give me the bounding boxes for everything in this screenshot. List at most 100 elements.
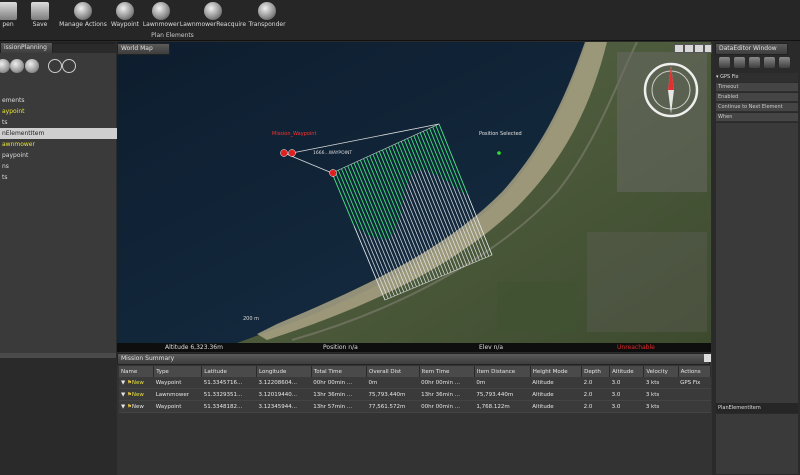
depth-cell: 2.0 <box>581 388 610 401</box>
altitude-cell: 3.0 <box>609 400 644 413</box>
property-row[interactable]: When <box>716 113 798 122</box>
property-row[interactable]: Enabled <box>716 93 798 102</box>
position-readout: Position n/a <box>323 344 358 351</box>
column-header[interactable]: Item Distance <box>474 366 531 377</box>
total-time-cell: 00hr 00min ... <box>311 377 367 389</box>
lawnmower-reacquire-icon <box>204 2 222 20</box>
tree-item-selected[interactable]: nElementItem <box>0 128 118 139</box>
latitude-cell: 51.3345716... <box>201 377 257 389</box>
column-header[interactable]: Velocity <box>643 366 679 377</box>
property-group-header[interactable]: ▾ GPS Fix <box>716 73 798 82</box>
lawnmower-icon <box>152 2 170 20</box>
industrial-area <box>587 232 707 332</box>
map-view[interactable]: Mission_Waypoint 1666...WAYPOINT Positio… <box>117 42 711 343</box>
route-label: Mission_Waypoint <box>272 131 316 137</box>
tool-circle-icon[interactable] <box>10 59 24 73</box>
property-editor-area <box>716 123 798 403</box>
altitude-readout: Altitude 6,323.36m <box>165 344 223 351</box>
type-cell: Waypoint <box>153 377 202 389</box>
name-cell: ▼ ⚑New <box>119 400 154 413</box>
editor-tool-icon[interactable] <box>764 57 775 68</box>
column-header[interactable]: Actions <box>678 366 712 377</box>
table-row[interactable]: ▼ ⚑New Waypoint 51.3345716... 3.12208604… <box>119 377 711 389</box>
plan-elements-group-label: Plan Elements <box>151 32 194 39</box>
name-cell: ▼ ⚑New <box>119 377 154 389</box>
overall-dist-cell: 0m <box>366 377 420 389</box>
velocity-cell: 3 kts <box>643 400 679 413</box>
type-cell: Waypoint <box>153 400 202 413</box>
column-header[interactable]: Overall Dist <box>366 366 420 377</box>
refresh-icon[interactable] <box>734 57 745 68</box>
tree-item[interactable]: paypoint <box>0 150 118 161</box>
tree-item[interactable]: aypoint <box>0 106 118 117</box>
mission-summary-table: Name Type Latitude Longitude Total Time … <box>119 366 712 413</box>
column-header[interactable]: Type <box>153 366 203 377</box>
data-editor-panel: DataEditor Window ▾ GPS Fix Timeout Enab… <box>713 41 800 475</box>
world-map[interactable]: Mission_Waypoint 1666...WAYPOINT Positio… <box>117 42 712 351</box>
actions-cell <box>678 388 711 401</box>
open-button[interactable]: pen <box>0 0 22 40</box>
elevation-readout: Elev n/a <box>479 344 504 351</box>
tree-item[interactable]: awnmower <box>0 139 118 150</box>
column-header[interactable]: Latitude <box>201 366 258 377</box>
minimize-icon[interactable] <box>674 44 684 53</box>
position-selected-label: Position Selected <box>479 131 522 137</box>
waypoint-marker[interactable] <box>280 149 288 157</box>
tool-circle-icon[interactable] <box>0 59 10 73</box>
panel-splitter[interactable] <box>0 353 116 358</box>
column-header[interactable]: Height Mode <box>530 366 583 377</box>
m-circle-icon[interactable] <box>48 59 62 73</box>
editor-tool-icon[interactable] <box>779 57 790 68</box>
actions-cell <box>678 400 711 413</box>
depth-cell: 2.0 <box>581 377 610 389</box>
data-editor-title[interactable]: DataEditor Window <box>715 43 788 55</box>
property-row[interactable]: Timeout <box>716 83 798 92</box>
tool-circle-icon[interactable] <box>25 59 39 73</box>
table-row[interactable]: ▼ ⚑New Lawnmower 51.3329351... 3.1201944… <box>119 388 711 401</box>
height-mode-cell: Altitude <box>530 388 582 401</box>
longitude-cell: 3.12345944... <box>256 400 312 413</box>
waypoint-marker[interactable] <box>329 169 337 177</box>
secondary-tab[interactable] <box>52 42 115 44</box>
a-circle-icon[interactable] <box>62 59 76 73</box>
latitude-cell: 51.3329351... <box>201 388 257 401</box>
plan-element-item-area <box>716 414 798 474</box>
column-header[interactable]: Depth <box>581 366 611 377</box>
waypoint-marker[interactable] <box>288 149 296 157</box>
open-icon <box>0 2 17 20</box>
altitude-cell: 3.0 <box>609 388 644 401</box>
world-map-tab[interactable]: World Map <box>117 43 170 55</box>
editor-tool-icon[interactable] <box>749 57 760 68</box>
collapse-icon[interactable] <box>704 354 711 362</box>
table-row[interactable]: ▼ ⚑New Waypoint 51.3348182... 3.12345944… <box>119 400 711 413</box>
column-header[interactable]: Item Time <box>419 366 475 377</box>
scale-label: 200 m <box>243 316 259 322</box>
tree-item[interactable]: ements <box>0 95 118 106</box>
column-header[interactable]: Longitude <box>256 366 312 377</box>
maximize-icon[interactable] <box>694 44 704 53</box>
column-header[interactable]: Altitude <box>609 366 645 377</box>
actions-cell: GPS Fix <box>678 377 711 389</box>
velocity-cell: 3 kts <box>643 388 679 401</box>
restore-icon[interactable] <box>684 44 694 53</box>
tree-item[interactable]: ns <box>0 161 118 172</box>
mission-summary-title: Mission Summary <box>117 353 710 365</box>
longitude-cell: 3.12208604... <box>256 377 312 389</box>
total-time-cell: 13hr 36min ... <box>311 388 367 401</box>
selected-position-marker[interactable] <box>497 151 501 155</box>
property-row[interactable]: Continue to Next Element <box>716 103 798 112</box>
column-header[interactable]: Name <box>119 366 155 377</box>
close-icon[interactable] <box>704 44 712 53</box>
column-header[interactable]: Total Time <box>311 366 368 377</box>
name-text: New <box>131 379 144 386</box>
mission-planning-panel: issionPlanning ements aypoint ts nElemen… <box>0 41 118 475</box>
name-text: New <box>131 391 144 398</box>
name-text: New <box>131 403 144 410</box>
save-button[interactable]: Save <box>26 0 54 40</box>
save-icon <box>31 2 49 20</box>
editor-tool-icon[interactable] <box>719 57 730 68</box>
tree-item[interactable]: ts <box>0 117 118 128</box>
waypoint-icon <box>116 2 134 20</box>
tree-item[interactable]: ts <box>0 172 118 183</box>
leg-label: 1666...WAYPOINT <box>313 150 352 156</box>
